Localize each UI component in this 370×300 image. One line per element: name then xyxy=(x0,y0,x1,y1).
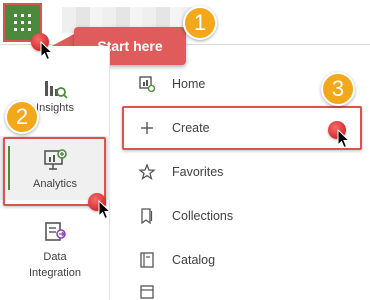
cursor-arrow-icon xyxy=(98,200,112,220)
rail-label-integration: Integration xyxy=(29,267,81,279)
menu-item-favorites[interactable]: Favorites xyxy=(124,152,364,192)
grid-icon xyxy=(14,14,31,31)
data-integration-icon xyxy=(45,222,66,241)
menu-label-collections: Collections xyxy=(172,209,234,223)
menu-item-catalog[interactable]: Catalog xyxy=(124,240,364,280)
cursor-arrow-icon xyxy=(40,41,54,61)
menu-label-catalog: Catalog xyxy=(172,253,216,267)
rail-label-data: Data xyxy=(43,251,67,263)
step-badge-2: 2 xyxy=(5,100,39,134)
cursor-arrow-icon xyxy=(337,129,351,149)
home-chart-icon xyxy=(138,75,156,93)
step-badge-3: 3 xyxy=(321,72,355,106)
table-icon xyxy=(138,284,156,300)
catalog-icon xyxy=(138,251,156,269)
step-badge-1: 1 xyxy=(183,6,217,40)
bookmark-icon xyxy=(138,207,156,225)
menu-label-favorites: Favorites xyxy=(172,165,224,179)
menu-item-partial[interactable] xyxy=(124,284,364,300)
insights-icon xyxy=(45,81,68,99)
star-icon xyxy=(138,163,156,181)
menu-item-collections[interactable]: Collections xyxy=(124,196,364,236)
menu-label-home: Home xyxy=(172,77,206,91)
create-highlight-box xyxy=(122,106,362,150)
rail-item-data-integration[interactable]: Data Integration xyxy=(0,221,110,291)
